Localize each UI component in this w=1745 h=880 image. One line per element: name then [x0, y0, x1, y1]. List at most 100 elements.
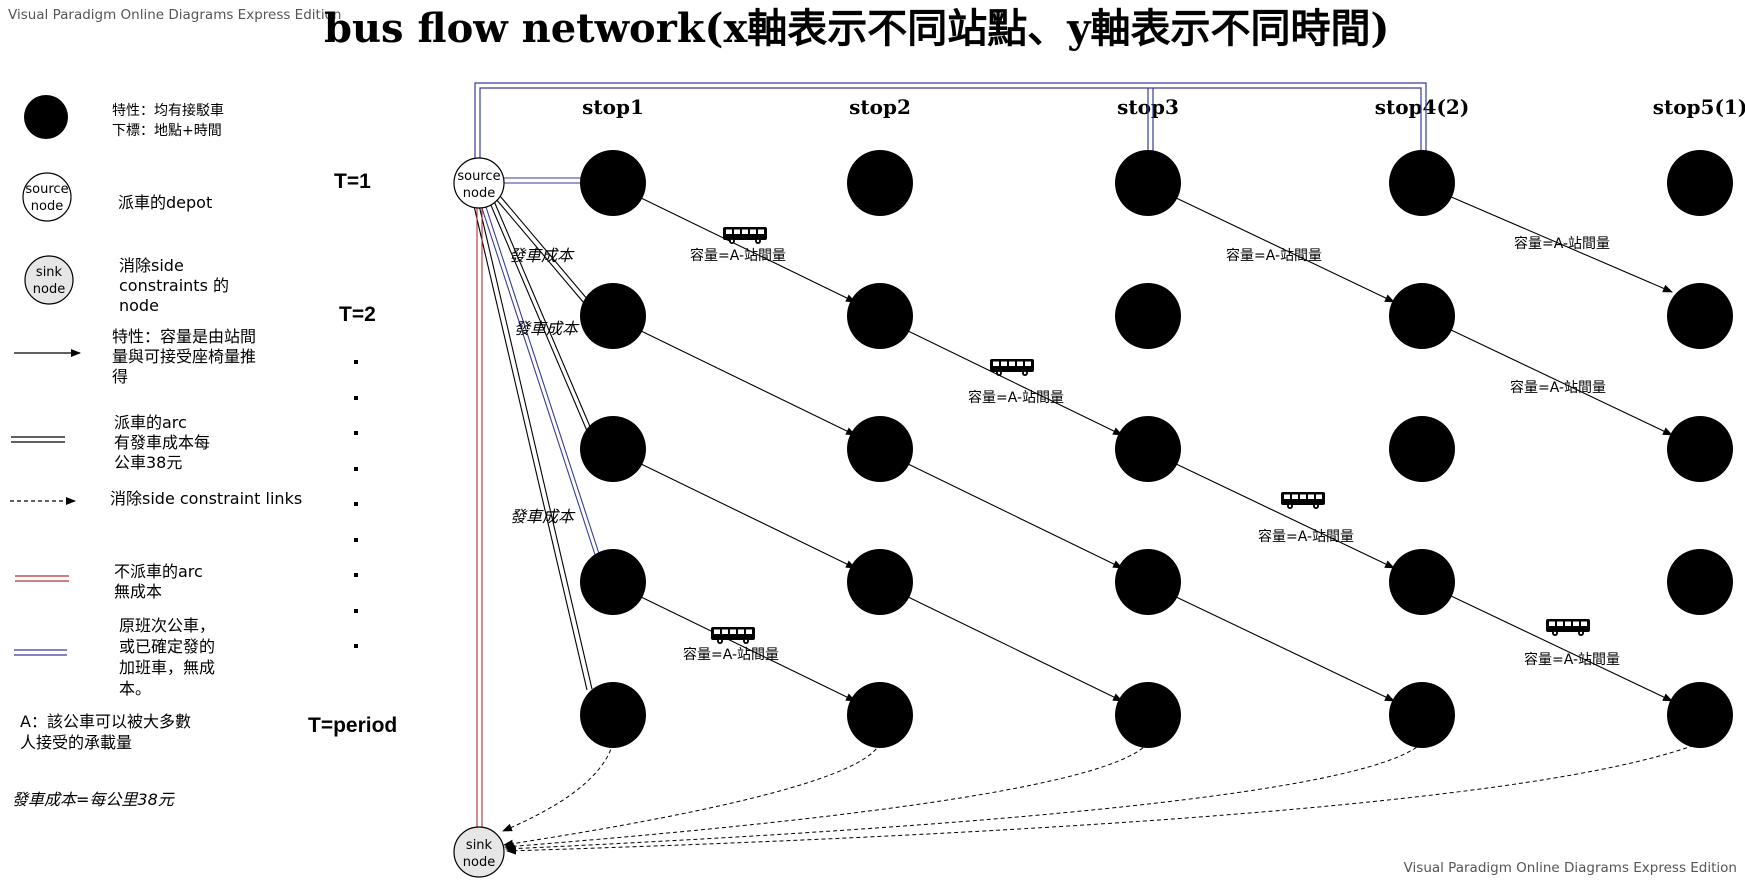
dispatch-cost-label: 發車成本	[510, 507, 576, 526]
arc-capacity-label: 容量=A-站間量	[1514, 235, 1610, 252]
page-title: bus flow network(x軸表示不同站點、y軸表示不同時間)	[324, 5, 1389, 52]
legend-blue-desc-3: 加班車，無成	[119, 658, 215, 677]
arc	[1171, 594, 1395, 702]
legend-a-def-2: 人接受的承載量	[20, 733, 132, 752]
node	[1667, 549, 1733, 615]
bus-icon	[990, 359, 1034, 376]
legend-double-desc-3: 公車38元	[114, 453, 182, 472]
sink-node-line-1: sink	[466, 838, 493, 853]
legend-source-desc: 派車的depot	[118, 193, 212, 212]
node	[1115, 283, 1181, 349]
arc-capacity-label: 容量=A-站間量	[1226, 247, 1322, 264]
arc-capacity-label: 容量=A-站間量	[1524, 651, 1620, 668]
stop-label-1: stop1	[582, 95, 644, 119]
node	[847, 549, 913, 615]
arc	[903, 594, 1123, 702]
dashed-sink-arcs	[502, 742, 1701, 855]
node	[580, 416, 646, 482]
source-node-line-2: node	[463, 186, 495, 201]
watermark-top: Visual Paradigm Online Diagrams Express …	[8, 7, 341, 23]
legend-arrow-desc-2: 量與可接受座椅量推	[112, 347, 256, 366]
node	[1115, 150, 1181, 216]
node	[1115, 549, 1181, 615]
node	[1667, 150, 1733, 216]
legend-dashed-desc: 消除side constraint links	[110, 489, 302, 508]
arc-capacity-label: 容量=A-站間量	[683, 646, 779, 663]
source-arcs	[473, 177, 605, 831]
node	[580, 283, 646, 349]
node	[1115, 416, 1181, 482]
dispatch-cost-label: 發車成本	[514, 319, 580, 338]
arc	[903, 461, 1123, 569]
stop-label-2: stop2	[849, 95, 911, 119]
legend-double-desc-1: 派車的arc	[114, 413, 187, 432]
arc	[903, 328, 1123, 436]
node	[1667, 283, 1733, 349]
sink-node-line-2: node	[463, 855, 495, 870]
node	[1389, 150, 1455, 216]
legend-sink-desc-3: node	[119, 296, 159, 315]
legend-red-desc-2: 無成本	[114, 582, 162, 601]
legend-blue-desc-1: 原班次公車，	[119, 616, 215, 635]
time-ellipsis	[354, 360, 358, 648]
legend-arrow-desc-1: 特性：容量是由站間	[112, 327, 256, 346]
legend-node-line-2: 下標：地點+時間	[112, 123, 222, 139]
bus-icon	[1546, 619, 1590, 636]
bus-flow-diagram: Visual Paradigm Online Diagrams Express …	[8, 5, 1745, 878]
bus-icon	[1281, 492, 1325, 509]
arc	[1448, 594, 1673, 702]
legend-blue-arc-icon	[14, 649, 67, 656]
legend: 特性：均有接駁車 下標：地點+時間 source node 派車的depot s…	[10, 95, 302, 809]
legend-red-desc-1: 不派車的arc	[114, 562, 203, 581]
node	[580, 150, 646, 216]
legend-red-arc-icon	[15, 575, 69, 582]
stop-label-5: stop5(1)	[1653, 95, 1745, 119]
legend-blue-desc-4: 本。	[119, 679, 151, 698]
dispatch-cost-label: 發車成本	[509, 246, 575, 265]
node	[1667, 682, 1733, 748]
legend-sink-desc-2: constraints 的	[119, 276, 229, 295]
legend-sink-desc-1: 消除side	[119, 256, 184, 275]
stop-label-4: stop4(2)	[1375, 95, 1470, 119]
time-label-t1: T=1	[334, 170, 371, 193]
node	[1389, 416, 1455, 482]
legend-black-node-icon	[24, 95, 68, 139]
arc	[1171, 461, 1395, 569]
legend-blue-desc-2: 或已確定發的	[119, 637, 215, 656]
source-node-line-1: source	[457, 169, 500, 184]
arc	[636, 461, 856, 569]
bus-icon	[723, 227, 767, 244]
legend-sink-line-2: node	[33, 282, 65, 297]
legend-source-line-2: node	[31, 199, 63, 214]
node	[847, 150, 913, 216]
node	[847, 416, 913, 482]
legend-sink-node-icon: sink node	[24, 255, 74, 305]
arc-capacity-label: 容量=A-站間量	[1258, 528, 1354, 545]
node	[1389, 283, 1455, 349]
legend-arrow-desc-3: 得	[112, 367, 128, 386]
time-label-t2: T=2	[339, 303, 376, 326]
legend-cost-note: 發車成本=每公里38元	[12, 790, 176, 809]
arc-capacity-label: 容量=A-站間量	[1510, 379, 1606, 396]
node	[1389, 682, 1455, 748]
node	[1667, 416, 1733, 482]
arc-capacity-label: 容量=A-站間量	[968, 389, 1064, 406]
watermark-bottom: Visual Paradigm Online Diagrams Express …	[1404, 860, 1737, 876]
legend-a-def-1: A：該公車可以被大多數	[20, 712, 191, 731]
node	[847, 283, 913, 349]
legend-source-line-1: source	[25, 182, 68, 197]
arc	[636, 328, 856, 436]
node	[847, 682, 913, 748]
legend-double-desc-2: 有發車成本每	[114, 433, 210, 452]
legend-sink-line-1: sink	[36, 265, 63, 280]
source-node: source node	[453, 157, 505, 209]
node	[1115, 682, 1181, 748]
node	[580, 549, 646, 615]
legend-node-line-1: 特性：均有接駁車	[112, 102, 224, 119]
node	[1389, 549, 1455, 615]
time-label-period: T=period	[308, 714, 397, 737]
legend-double-arc-icon	[11, 436, 65, 443]
arc-capacity-label: 容量=A-站間量	[690, 247, 786, 264]
sink-node: sink node	[453, 826, 505, 878]
legend-source-node-icon: source node	[22, 172, 72, 222]
